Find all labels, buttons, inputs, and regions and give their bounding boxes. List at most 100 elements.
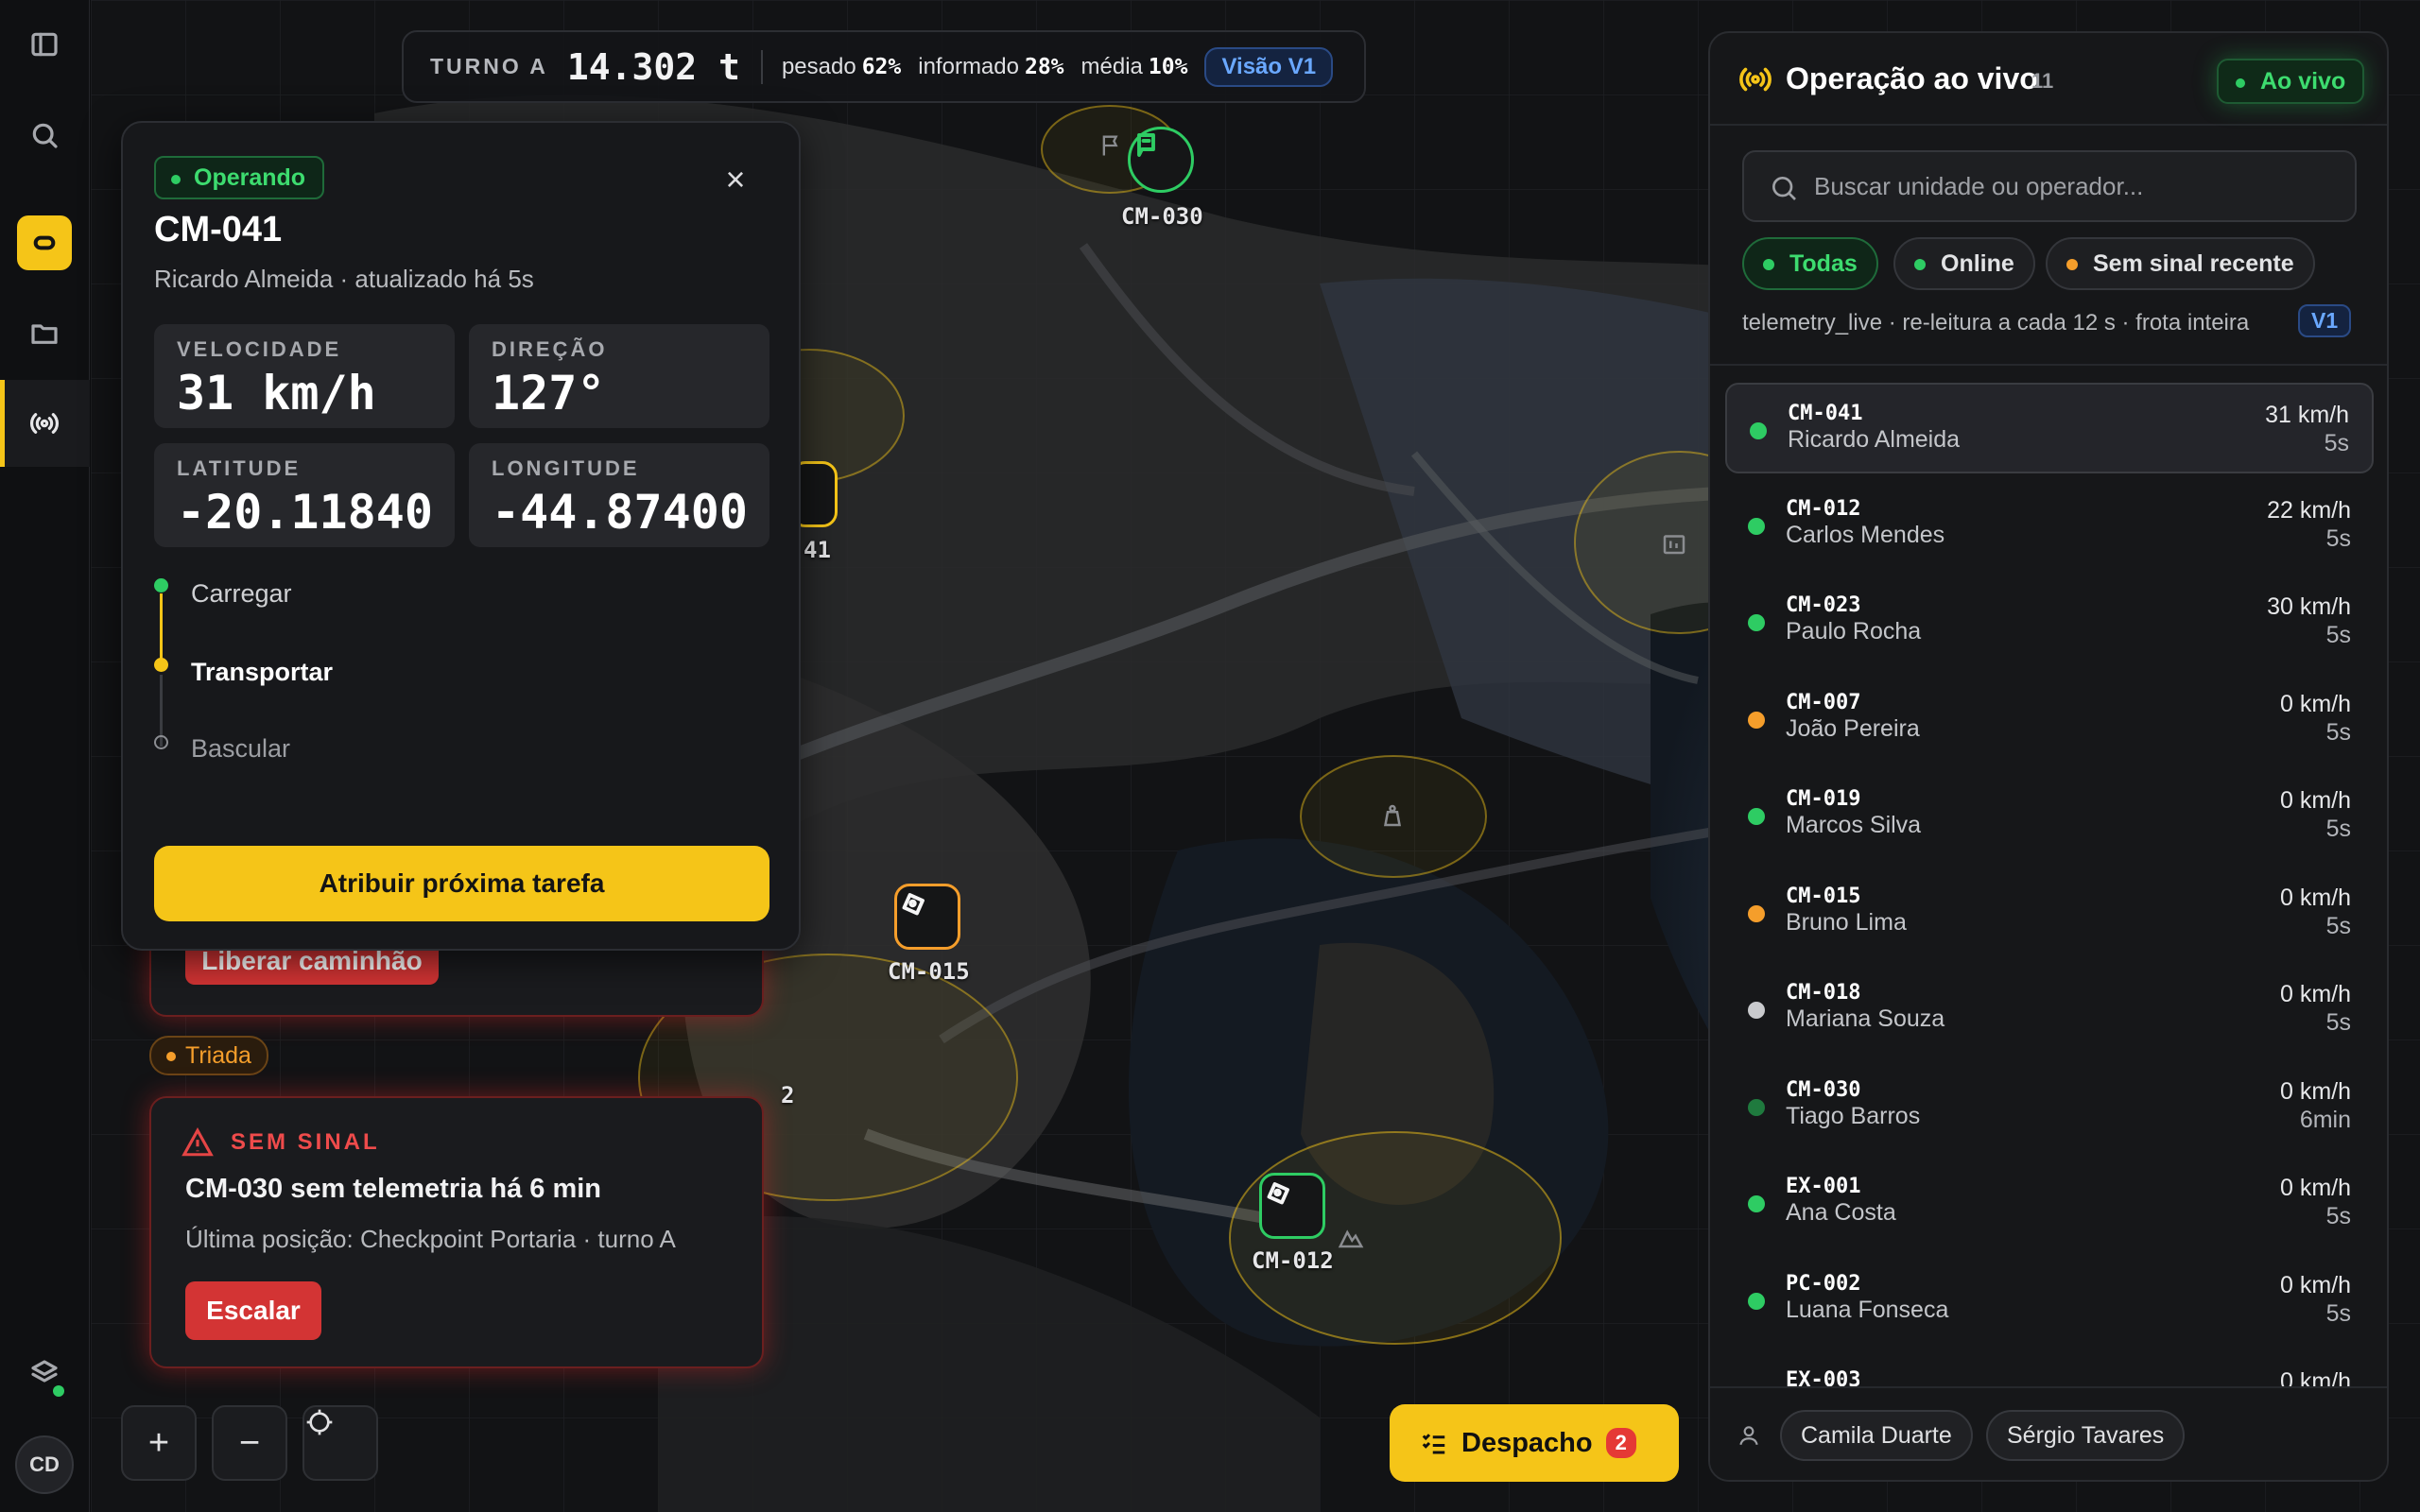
crosshair-icon [306, 1409, 333, 1435]
no-signal-title: SEM SINAL [231, 1129, 380, 1155]
filter-no-recent-signal[interactable]: Sem sinal recente [2046, 237, 2315, 290]
marker-cm-012[interactable] [1259, 1173, 1325, 1239]
longitude-value: -44.87400 [492, 485, 748, 540]
status-badge: Operando [154, 156, 325, 199]
weighed-value: 62% [861, 54, 902, 79]
panel-header: Operação ao vivo 11 Ao vivo [1710, 33, 2387, 126]
unit-speed: 0 km/h [2279, 1077, 2351, 1105]
assign-next-task-button[interactable]: Atribuir próxima tarefa [154, 846, 769, 921]
unit-id: CM-018 [1786, 981, 1861, 1005]
marker-label-cm-015: CM-015 [888, 958, 970, 985]
weight-icon [1378, 801, 1407, 830]
zoom-in-button[interactable]: + [121, 1405, 197, 1481]
unit-operator: Ana Costa [1786, 1199, 1896, 1226]
unit-updated-ago: 5s [2325, 1299, 2351, 1327]
unit-row[interactable]: CM-007 João Pereira 0 km/h 5s [1725, 674, 2374, 765]
close-icon[interactable]: × [717, 160, 754, 198]
status-dot [1748, 808, 1765, 825]
marker-cm-015[interactable] [894, 884, 960, 950]
view-version-badge[interactable]: Visão V1 [1204, 46, 1334, 87]
unit-row[interactable]: CM-018 Mariana Souza 0 km/h 5s [1725, 964, 2374, 1055]
unit-row[interactable]: CM-023 Paulo Rocha 30 km/h 5s [1725, 576, 2374, 667]
unit-id: CM-041 [1788, 402, 1863, 425]
dispatch-count-badge: 2 [1605, 1428, 1636, 1458]
sidebar-toggle-icon[interactable] [17, 17, 72, 72]
unit-speed: 0 km/h [2279, 787, 2351, 814]
panel-footer: Camila Duarte Sérgio Tavares [1710, 1386, 2387, 1480]
unit-operator: Bruno Lima [1786, 908, 1907, 936]
layers-status-dot [53, 1385, 64, 1397]
unit-updated-ago: 5s [2325, 912, 2351, 939]
unit-operator: Ricardo Almeida [1788, 426, 1961, 453]
search-icon[interactable] [17, 108, 72, 163]
factory-icon [1660, 529, 1688, 558]
unit-row[interactable]: PC-002 Luana Fonseca 0 km/h 5s [1725, 1255, 2374, 1346]
search-placeholder: Buscar unidade ou operador... [1814, 171, 2144, 200]
no-signal-heading: CM-030 sem telemetria há 6 min [185, 1174, 602, 1204]
operator-chip[interactable]: Camila Duarte [1780, 1410, 1973, 1461]
unit-id: CM-007 [1786, 690, 1861, 714]
unit-updated-ago: 5s [2325, 816, 2351, 842]
search-input[interactable]: Buscar unidade ou operador... [1742, 150, 2357, 222]
metric-longitude: LONGITUDE -44.87400 [469, 443, 769, 547]
escalate-button[interactable]: Escalar [185, 1281, 321, 1340]
unit-row[interactable]: CM-041 Ricardo Almeida 31 km/h 5s [1725, 383, 2374, 473]
no-signal-detail: Última posição: Checkpoint Portaria · tu… [185, 1225, 676, 1253]
live-operations-panel: Operação ao vivo 11 Ao vivo Buscar unida… [1708, 31, 2389, 1482]
brand-logo-icon[interactable] [17, 215, 72, 270]
unit-row[interactable]: CM-012 Carlos Mendes 22 km/h 5s [1725, 480, 2374, 571]
avatar[interactable]: CD [15, 1435, 74, 1494]
informed-value: 28% [1024, 54, 1064, 79]
longitude-label: LONGITUDE [492, 456, 640, 480]
triage-badge: Triada [149, 1036, 268, 1075]
latitude-label: LATITUDE [177, 456, 302, 480]
unit-operator: João Pereira [1786, 714, 1920, 742]
broadcast-icon [17, 396, 72, 451]
left-rail: CD [0, 0, 90, 1512]
status-dot [1748, 1292, 1765, 1310]
zoom-out-button[interactable]: − [212, 1405, 287, 1481]
panel-title: Operação ao vivo [1786, 61, 2038, 95]
metric-heading: DIREÇÃO 127° [469, 324, 769, 428]
step-load: Carregar [191, 579, 292, 608]
step-connector-done [160, 593, 163, 667]
average-label: média [1080, 53, 1143, 79]
informed-label: informado [918, 53, 1019, 79]
shift-label: TURNO A [430, 54, 548, 78]
dispatch-button[interactable]: Despacho 2 [1390, 1404, 1679, 1482]
live-badge: Ao vivo [2217, 59, 2365, 104]
speed-label: VELOCIDADE [177, 337, 342, 361]
unit-speed: 0 km/h [2279, 981, 2351, 1007]
folder-icon[interactable] [17, 306, 72, 361]
unit-speed: 31 km/h [2265, 402, 2349, 428]
layers-icon[interactable] [17, 1346, 72, 1400]
operator-chip[interactable]: Sérgio Tavares [1986, 1410, 2186, 1461]
metric-speed: VELOCIDADE 31 km/h [154, 324, 455, 428]
step-dump: Bascular [191, 734, 291, 763]
divider [760, 49, 763, 84]
unit-row[interactable]: EX-001 Ana Costa 0 km/h 5s [1725, 1158, 2374, 1248]
unit-row[interactable]: CM-019 Marcos Silva 0 km/h 5s [1725, 770, 2374, 861]
unit-updated-ago: 5s [2325, 718, 2351, 746]
unit-speed: 0 km/h [2279, 884, 2351, 911]
alert-card-no-signal: SEM SINAL CM-030 sem telemetria há 6 min… [149, 1096, 764, 1368]
filter-dot [1763, 259, 1774, 270]
recenter-button[interactable] [302, 1405, 378, 1481]
filter-all[interactable]: Todas [1742, 237, 1878, 290]
unit-operator: Paulo Rocha [1786, 618, 1922, 644]
filter-online[interactable]: Online [1893, 237, 2035, 290]
unit-id: PC-002 [1786, 1271, 1861, 1296]
status-dot [1748, 1098, 1765, 1116]
heading-value: 127° [492, 366, 606, 421]
nav-live-ops[interactable] [0, 380, 90, 467]
unit-speed: 30 km/h [2267, 593, 2351, 620]
unit-operator: Marcos Silva [1786, 812, 1922, 838]
unit-row[interactable]: CM-015 Bruno Lima 0 km/h 5s [1725, 868, 2374, 958]
status-dot [1748, 1195, 1765, 1212]
unit-speed: 0 km/h [2279, 1271, 2351, 1298]
unit-count: 11 [2031, 69, 2054, 93]
step-transport: Transportar [191, 658, 334, 686]
heading-label: DIREÇÃO [492, 337, 608, 361]
marker-cm-030[interactable] [1128, 127, 1194, 193]
unit-row[interactable]: CM-030 Tiago Barros 0 km/h 6min [1725, 1061, 2374, 1152]
